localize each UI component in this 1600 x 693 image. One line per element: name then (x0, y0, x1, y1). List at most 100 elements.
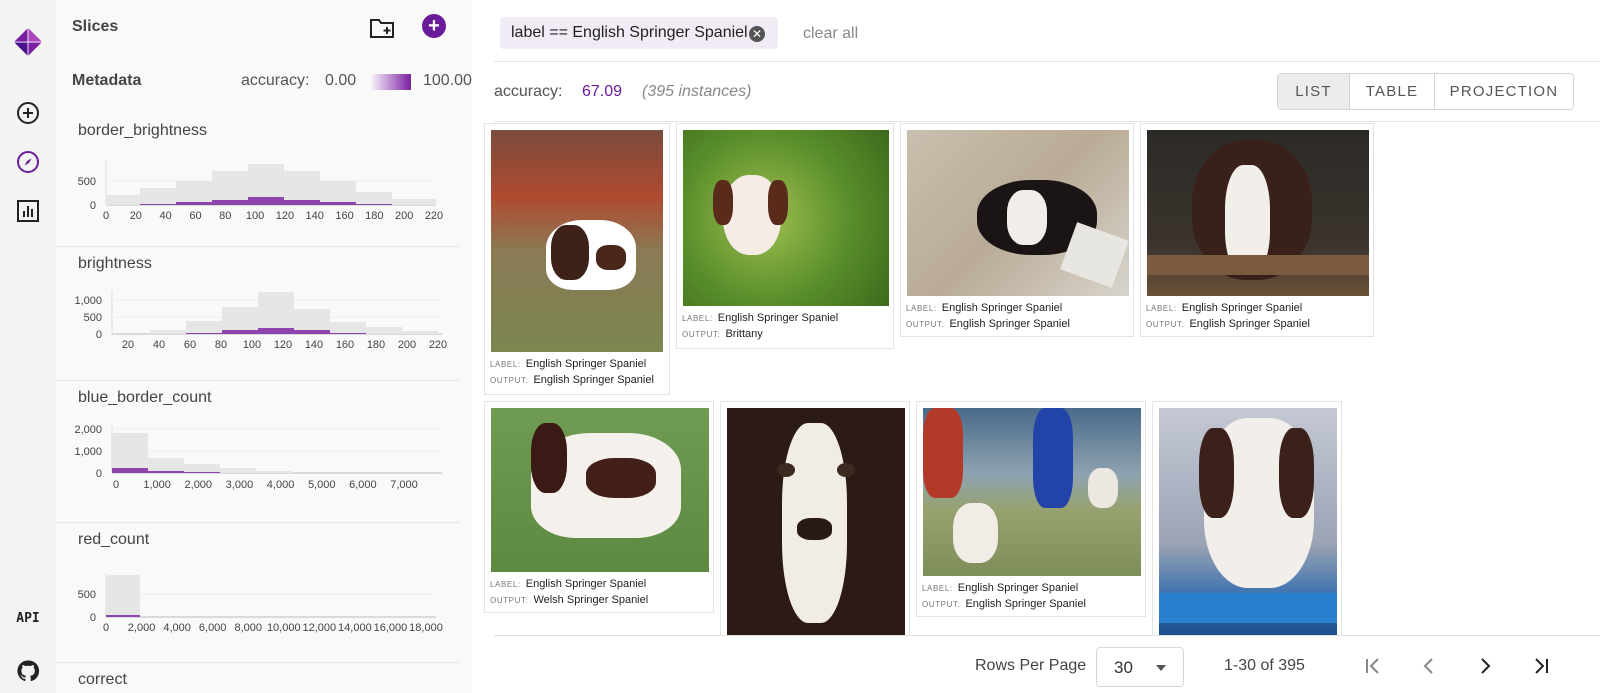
label-key: LABEL: (490, 360, 521, 369)
tab-projection[interactable]: PROJECTION (1435, 74, 1573, 109)
card-output: English Springer Spaniel (533, 374, 654, 386)
x-tick-label: 140 (306, 210, 324, 222)
instance-count: (395 instances) (642, 83, 752, 100)
add-slice-button[interactable]: + (422, 14, 446, 38)
y-tick-label: 1,000 (74, 446, 102, 458)
x-tick-label: 220 (429, 339, 447, 351)
logo-icon[interactable] (14, 28, 42, 56)
x-tick-label: 4,000 (267, 479, 295, 491)
image-card[interactable]: LABEL: English Springer Spaniel OUTPUT: We… (484, 401, 714, 613)
label-key: LABEL: (906, 304, 937, 313)
x-tick-label: 2,000 (185, 479, 213, 491)
histogram-correct[interactable]: correct (56, 671, 460, 693)
image-card[interactable]: LABEL: English Springer Spaniel OUTPUT: En… (900, 123, 1134, 337)
histogram-blue-border-count[interactable]: blue_border_count 2,000 1,000 0 0 1,000 2,000… (56, 389, 460, 523)
x-tick-label: 0 (103, 622, 109, 634)
explore-compass-icon[interactable] (14, 148, 42, 176)
histogram-border-brightness[interactable]: border_brightness 500 0 0 20 40 60 80 100 120 140… (56, 122, 460, 247)
x-tick-label: 20 (130, 210, 142, 222)
y-tick-label: 0 (90, 200, 96, 212)
x-tick-label: 160 (336, 339, 354, 351)
output-key: OUTPUT: (490, 596, 529, 605)
dog-photo (1159, 408, 1337, 636)
accuracy-summary-label: accuracy: (494, 83, 563, 100)
label-key: LABEL: (922, 584, 953, 593)
image-card[interactable]: LABEL: English Springer Spaniel OUTPUT: En… (484, 123, 670, 395)
label-key: LABEL: (490, 580, 521, 589)
x-tick-label: 16,000 (374, 622, 408, 634)
accuracy-color-scale (369, 74, 411, 90)
x-tick-label: 14,000 (338, 622, 372, 634)
y-tick-label: 0 (90, 612, 96, 624)
first-page-icon[interactable] (1362, 655, 1384, 677)
clear-all-link[interactable]: clear all (803, 25, 858, 43)
metadata-title: Metadata (72, 72, 142, 89)
dog-photo (1147, 130, 1369, 296)
x-tick-label: 60 (184, 339, 196, 351)
previous-page-icon[interactable] (1418, 655, 1440, 677)
x-tick-label: 180 (367, 339, 385, 351)
card-output: English Springer Spaniel (965, 598, 1086, 610)
y-tick-label: 1,000 (74, 295, 102, 307)
label-key: LABEL: (1146, 304, 1177, 313)
api-icon[interactable]: API (14, 604, 42, 632)
divider (494, 61, 1600, 62)
x-tick-label: 100 (246, 210, 264, 222)
next-page-icon[interactable] (1474, 655, 1496, 677)
image-card[interactable]: LABEL: English Springer Spaniel OUTPUT: En… (916, 401, 1146, 617)
new-folder-icon[interactable] (368, 14, 396, 42)
x-tick-label: 2,000 (128, 622, 156, 634)
x-tick-label: 8,000 (234, 622, 262, 634)
x-tick-label: 120 (274, 339, 292, 351)
x-tick-label: 100 (243, 339, 261, 351)
main-panel: label == English Springer Spaniel ✕ clea… (472, 0, 1600, 693)
x-tick-label: 18,000 (409, 622, 443, 634)
filter-chip[interactable]: label == English Springer Spaniel ✕ (500, 17, 778, 49)
histogram-brightness[interactable]: brightness 1,000 500 0 20 40 60 80 100 120 140 160… (56, 255, 460, 381)
x-tick-label: 160 (335, 210, 353, 222)
x-tick-label: 80 (215, 339, 227, 351)
tab-table[interactable]: TABLE (1350, 74, 1435, 109)
x-tick-label: 60 (189, 210, 201, 222)
y-tick-label: 0 (96, 468, 102, 480)
x-tick-label: 5,000 (308, 479, 336, 491)
accuracy-legend-max: 100.00 (423, 72, 472, 89)
last-page-icon[interactable] (1530, 655, 1552, 677)
image-card[interactable] (1152, 401, 1342, 636)
x-tick-label: 180 (365, 210, 383, 222)
bar-chart-icon[interactable] (14, 197, 42, 225)
tab-list[interactable]: LIST (1278, 74, 1350, 109)
remove-filter-icon[interactable]: ✕ (749, 26, 765, 42)
card-label: English Springer Spaniel (941, 302, 1063, 314)
y-tick-label: 0 (96, 329, 102, 341)
x-tick-label: 20 (122, 339, 134, 351)
card-label: English Springer Spaniel (957, 582, 1079, 594)
label-key: LABEL: (682, 314, 713, 323)
y-tick-label: 500 (78, 176, 96, 188)
x-tick-label: 4,000 (163, 622, 191, 634)
image-card[interactable] (720, 401, 910, 636)
histogram-red-count[interactable]: red_count 500 0 0 2,000 4,000 6,000 8,000 10,00… (56, 531, 460, 663)
nav-rail: API (0, 0, 56, 693)
x-tick-label: 40 (153, 339, 165, 351)
x-tick-label: 6,000 (199, 622, 227, 634)
x-tick-label: 12,000 (303, 622, 337, 634)
rows-per-page-value: 30 (1114, 658, 1133, 677)
filter-chip-text: label == English Springer Spaniel (511, 24, 748, 41)
add-circle-icon[interactable] (14, 99, 42, 127)
rows-per-page-select[interactable]: 30 (1096, 647, 1184, 687)
y-tick-label: 500 (78, 589, 96, 601)
dog-photo (491, 408, 709, 572)
x-tick-label: 7,000 (390, 479, 418, 491)
y-tick-label: 2,000 (74, 424, 102, 436)
dog-photo (491, 130, 663, 352)
image-card[interactable]: LABEL: English Springer Spaniel OUTPUT: Br… (676, 123, 894, 349)
github-icon[interactable] (14, 657, 42, 685)
accuracy-legend-label: accuracy: (241, 72, 310, 89)
x-tick-label: 3,000 (226, 479, 254, 491)
dog-photo (923, 408, 1141, 576)
image-card[interactable]: LABEL: English Springer Spaniel OUTPUT: En… (1140, 123, 1374, 337)
x-tick-label: 0 (103, 210, 109, 222)
x-tick-label: 10,000 (267, 622, 301, 634)
chevron-down-icon (1155, 661, 1167, 679)
